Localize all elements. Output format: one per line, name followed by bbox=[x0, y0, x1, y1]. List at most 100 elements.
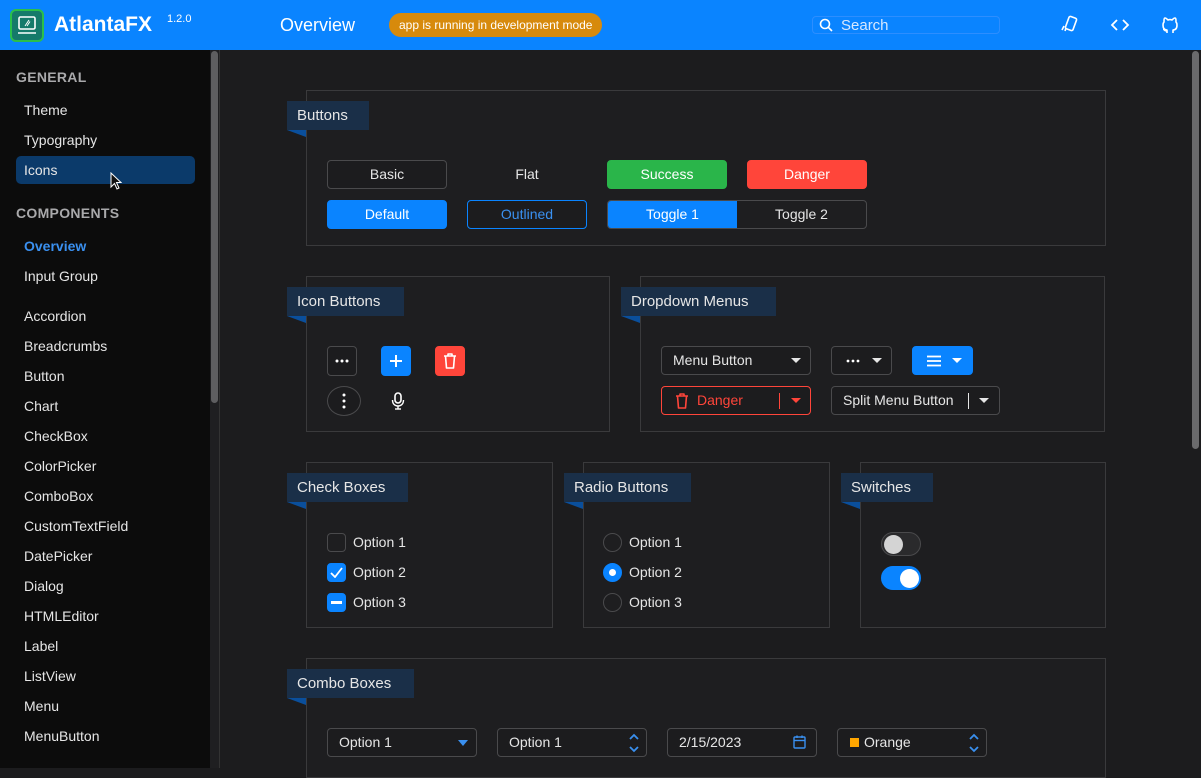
trash-icon bbox=[444, 353, 456, 369]
sidebar-section-general: GENERAL bbox=[16, 69, 87, 85]
spinner-value: Option 1 bbox=[509, 734, 562, 750]
hamburger-menu-button[interactable] bbox=[912, 346, 973, 375]
main-scrollbar-thumb[interactable] bbox=[1192, 51, 1199, 449]
sidebar-item-customtextfield[interactable]: CustomTextField bbox=[16, 512, 195, 540]
flat-button[interactable]: Flat bbox=[467, 160, 587, 189]
sidebar-item-datepicker[interactable]: DatePicker bbox=[16, 542, 195, 570]
delete-button[interactable] bbox=[435, 346, 465, 376]
add-button[interactable] bbox=[381, 346, 411, 376]
main-scrollbar[interactable] bbox=[1191, 50, 1201, 768]
menu-button[interactable]: Menu Button bbox=[661, 346, 811, 375]
github-button[interactable] bbox=[1159, 14, 1181, 36]
sidebar-item-accordion[interactable]: Accordion bbox=[16, 302, 195, 330]
sidebar-scrollbar[interactable] bbox=[210, 50, 219, 768]
chevron-down-icon bbox=[458, 740, 468, 746]
theme-switch-button[interactable] bbox=[1059, 14, 1081, 36]
combo-boxes-card-title: Combo Boxes bbox=[287, 669, 414, 698]
sidebar-item-input-group[interactable]: Input Group bbox=[16, 262, 195, 290]
date-picker[interactable]: 2/15/2023 bbox=[667, 728, 817, 757]
microphone-icon bbox=[391, 392, 405, 410]
card-title-tab bbox=[287, 502, 306, 509]
card-title-tab bbox=[564, 502, 583, 509]
sidebar-section-components: COMPONENTS bbox=[16, 205, 120, 221]
split-menu-button[interactable]: Split Menu Button bbox=[831, 386, 1000, 415]
radio-button[interactable] bbox=[603, 592, 622, 612]
success-button[interactable]: Success bbox=[607, 160, 727, 189]
radio-button-selected[interactable] bbox=[603, 562, 622, 582]
more-horizontal-button[interactable] bbox=[327, 346, 357, 376]
sidebar-item-checkbox[interactable]: CheckBox bbox=[16, 422, 195, 450]
dropdown-menus-card-title: Dropdown Menus bbox=[621, 287, 776, 316]
date-picker-value: 2/15/2023 bbox=[679, 734, 742, 750]
radio-button[interactable] bbox=[603, 532, 622, 552]
basic-button[interactable]: Basic bbox=[327, 160, 447, 189]
sidebar-item-button[interactable]: Button bbox=[16, 362, 195, 390]
sidebar-item-htmleditor[interactable]: HTMLEditor bbox=[16, 602, 195, 630]
danger-split-menu-button[interactable]: Danger bbox=[661, 386, 811, 415]
sidebar-item-typography[interactable]: Typography bbox=[16, 126, 195, 154]
page-title: Overview bbox=[280, 15, 356, 35]
more-vertical-button[interactable] bbox=[327, 386, 361, 416]
switch-on[interactable] bbox=[881, 566, 921, 590]
search-input[interactable]: Search bbox=[812, 16, 1000, 34]
checkmark-icon bbox=[330, 566, 343, 578]
radio-option-3[interactable]: Option 3 bbox=[603, 592, 682, 612]
sidebar-item-menu[interactable]: Menu bbox=[16, 692, 195, 720]
checkbox-label: Option 3 bbox=[353, 594, 406, 610]
default-button[interactable]: Default bbox=[327, 200, 447, 229]
chevron-down-icon[interactable] bbox=[791, 398, 801, 403]
radio-option-1[interactable]: Option 1 bbox=[603, 532, 682, 552]
sidebar-item-chart[interactable]: Chart bbox=[16, 392, 195, 420]
sidebar-item-colorpicker[interactable]: ColorPicker bbox=[16, 452, 195, 480]
search-icon bbox=[819, 18, 833, 32]
chevron-down-icon[interactable] bbox=[979, 398, 989, 403]
switch-off[interactable] bbox=[881, 532, 921, 556]
split-separator bbox=[779, 393, 780, 409]
split-separator bbox=[968, 393, 969, 409]
choice-spinner[interactable]: Option 1 bbox=[497, 728, 647, 757]
checkbox-unchecked[interactable] bbox=[327, 532, 346, 552]
sidebar-item-combobox[interactable]: ComboBox bbox=[16, 482, 195, 510]
theme-switch-icon bbox=[1061, 15, 1078, 32]
card-title-tab bbox=[287, 316, 306, 323]
calendar-icon[interactable] bbox=[793, 735, 806, 749]
checkbox-checked[interactable] bbox=[327, 562, 346, 582]
checkbox-label: Option 1 bbox=[353, 534, 406, 550]
checkbox-option-3[interactable]: Option 3 bbox=[327, 592, 406, 612]
sidebar-item-menubutton[interactable]: MenuButton bbox=[16, 722, 195, 750]
sidebar-item-breadcrumbs[interactable]: Breadcrumbs bbox=[16, 332, 195, 360]
microphone-button[interactable] bbox=[383, 386, 413, 416]
sidebar-item-dialog[interactable]: Dialog bbox=[16, 572, 195, 600]
danger-button[interactable]: Danger bbox=[747, 160, 867, 189]
buttons-card-title: Buttons bbox=[287, 101, 369, 130]
toggle-1-button[interactable]: Toggle 1 bbox=[608, 201, 737, 228]
sidebar-item-overview[interactable]: Overview bbox=[16, 232, 195, 260]
checkbox-indeterminate[interactable] bbox=[327, 592, 346, 612]
radio-option-2[interactable]: Option 2 bbox=[603, 562, 682, 582]
card-title-tab bbox=[287, 698, 306, 705]
sidebar-item-label[interactable]: Label bbox=[16, 632, 195, 660]
source-code-button[interactable] bbox=[1109, 14, 1131, 36]
checkbox-option-1[interactable]: Option 1 bbox=[327, 532, 406, 552]
spinner-arrows-icon[interactable] bbox=[968, 732, 980, 754]
combo-box[interactable]: Option 1 bbox=[327, 728, 477, 757]
outlined-button[interactable]: Outlined bbox=[467, 200, 587, 229]
radio-label: Option 2 bbox=[629, 564, 682, 580]
checkbox-option-2[interactable]: Option 2 bbox=[327, 562, 406, 582]
more-menu-button[interactable] bbox=[831, 346, 892, 375]
chevron-down-icon bbox=[791, 358, 801, 363]
sidebar-item-theme[interactable]: Theme bbox=[16, 96, 195, 124]
split-menu-button-label: Split Menu Button bbox=[843, 392, 954, 408]
sidebar-item-listview[interactable]: ListView bbox=[16, 662, 195, 690]
spinner-arrows-icon[interactable] bbox=[628, 732, 640, 754]
hamburger-icon bbox=[927, 355, 941, 367]
color-swatch bbox=[849, 737, 860, 748]
toggle-2-button[interactable]: Toggle 2 bbox=[737, 201, 866, 228]
color-picker[interactable]: Orange bbox=[837, 728, 987, 757]
sidebar-item-icons[interactable]: Icons bbox=[16, 156, 195, 184]
color-picker-value: Orange bbox=[864, 734, 911, 750]
app-version: 1.2.0 bbox=[167, 13, 192, 25]
switches-card-title: Switches bbox=[841, 473, 933, 502]
checkbox-label: Option 2 bbox=[353, 564, 406, 580]
sidebar-scrollbar-thumb[interactable] bbox=[211, 51, 218, 403]
